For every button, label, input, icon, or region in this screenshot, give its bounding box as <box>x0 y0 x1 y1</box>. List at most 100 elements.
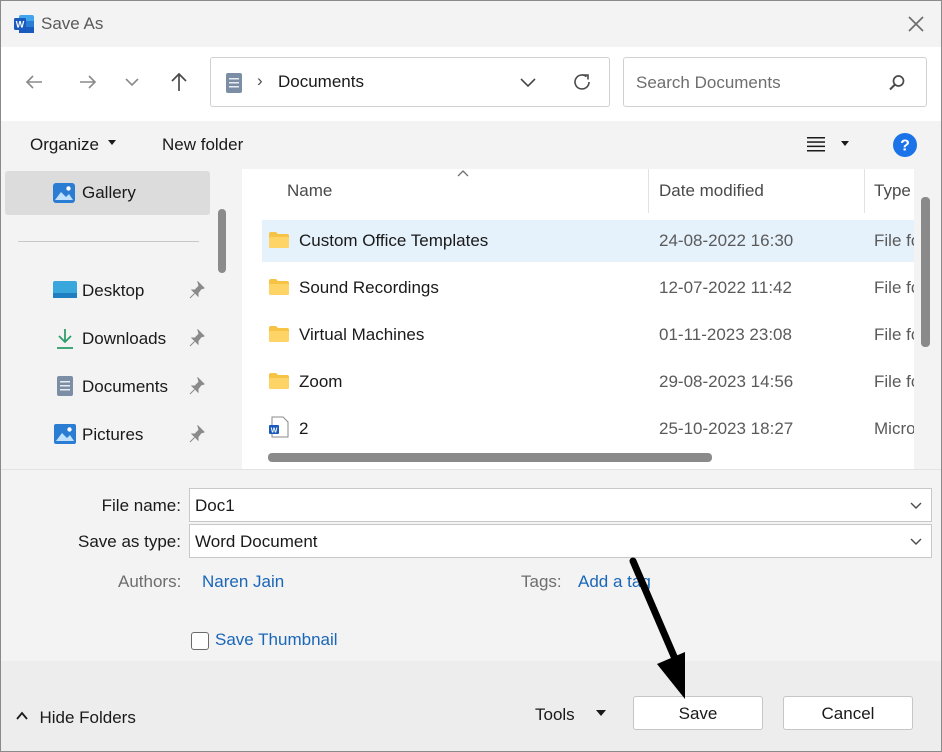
chevron-down-icon[interactable] <box>519 76 537 90</box>
svg-text:W: W <box>271 427 278 434</box>
tools-label: Tools <box>535 705 575 724</box>
document-icon <box>226 73 242 93</box>
close-icon[interactable] <box>901 9 931 39</box>
download-icon <box>57 329 73 349</box>
save-type-label: Save as type: <box>77 532 181 551</box>
file-name: 2 <box>299 419 309 438</box>
tags-label: Tags: <box>521 572 562 591</box>
cancel-button[interactable]: Cancel <box>783 696 913 730</box>
vertical-scrollbar-thumb[interactable] <box>921 197 930 347</box>
new-folder-button[interactable]: New folder <box>162 135 243 155</box>
table-row[interactable]: W 2 25-10-2023 18:27 Micro <box>262 408 914 450</box>
sidebar-item-downloads[interactable]: Downloads <box>5 317 210 361</box>
file-date: 01-11-2023 23:08 <box>659 325 792 344</box>
sort-ascending-icon <box>457 170 469 177</box>
column-header-date[interactable]: Date modified <box>659 181 764 201</box>
organize-button[interactable]: Organize <box>30 135 117 155</box>
recent-locations-button[interactable] <box>117 67 147 97</box>
file-name: Custom Office Templates <box>299 231 489 250</box>
annotation-arrow <box>629 557 685 699</box>
chevron-down-icon[interactable] <box>909 535 923 549</box>
arrow-left-icon <box>25 75 42 89</box>
sidebar-item-documents[interactable]: Documents <box>5 365 210 409</box>
folder-icon <box>269 279 289 295</box>
chevron-up-icon <box>16 711 28 720</box>
file-name-label: File name: <box>101 496 181 515</box>
pin-icon[interactable] <box>189 329 205 347</box>
column-header-type[interactable]: Type <box>874 181 914 201</box>
svg-text:W: W <box>16 20 25 30</box>
sidebar-item-label: Downloads <box>82 329 167 348</box>
arrow-up-icon <box>171 72 187 91</box>
pin-icon[interactable] <box>189 425 205 443</box>
pictures-icon <box>54 424 76 444</box>
caret-down-icon <box>841 141 850 146</box>
folder-icon <box>269 326 289 342</box>
save-thumbnail-label[interactable]: Save Thumbnail <box>215 630 338 650</box>
document-icon <box>57 376 73 396</box>
sidebar-item-gallery[interactable]: Gallery <box>5 171 210 215</box>
column-divider[interactable] <box>864 169 865 213</box>
file-date: 29-08-2023 14:56 <box>659 372 794 391</box>
file-type: Micro <box>874 419 914 438</box>
save-thumbnail-checkbox[interactable] <box>191 632 209 650</box>
sidebar-divider <box>18 241 199 242</box>
table-row[interactable]: Sound Recordings 12-07-2022 11:42 File f… <box>262 267 914 309</box>
file-type: File fo <box>874 278 914 297</box>
column-divider[interactable] <box>648 169 649 213</box>
list-view-icon <box>807 137 825 152</box>
navigation-bar: › Documents <box>1 47 941 121</box>
search-input[interactable] <box>634 70 878 96</box>
file-name-value: Doc1 <box>195 496 235 515</box>
file-name: Zoom <box>299 372 343 391</box>
chevron-down-icon[interactable] <box>909 499 923 513</box>
sidebar-item-label: Pictures <box>82 425 144 444</box>
folder-icon <box>269 232 289 248</box>
view-options-button[interactable] <box>806 135 850 158</box>
table-row[interactable]: Virtual Machines 01-11-2023 23:08 File f… <box>262 314 914 356</box>
help-icon[interactable]: ? <box>892 132 918 158</box>
file-date: 12-07-2022 11:42 <box>659 278 792 297</box>
pin-icon[interactable] <box>189 281 205 299</box>
pin-icon[interactable] <box>189 377 205 395</box>
sidebar-item-label: Gallery <box>82 183 136 202</box>
file-type: File fo <box>874 372 914 391</box>
file-date: 24-08-2022 16:30 <box>659 231 794 250</box>
authors-value[interactable]: Naren Jain <box>202 572 284 592</box>
search-icon[interactable] <box>888 74 906 92</box>
word-file-icon: W <box>269 416 289 438</box>
save-type-select[interactable]: Word Document <box>189 524 932 558</box>
table-row[interactable]: Zoom 29-08-2023 14:56 File fo <box>262 361 914 403</box>
column-header-name[interactable]: Name <box>287 181 332 201</box>
title-bar: W Save As <box>1 1 941 47</box>
breadcrumb-documents[interactable]: Documents <box>278 72 364 92</box>
save-type-value: Word Document <box>195 532 318 551</box>
horizontal-scrollbar-thumb[interactable] <box>268 453 712 462</box>
file-type: File fo <box>874 231 914 250</box>
file-date: 25-10-2023 18:27 <box>659 419 794 438</box>
search-box[interactable] <box>623 57 927 107</box>
authors-label: Authors: <box>118 572 182 591</box>
up-button[interactable] <box>164 67 194 97</box>
desktop-icon <box>53 281 77 298</box>
caret-down-icon <box>596 710 607 716</box>
save-as-dialog: W Save As › Documents Search Documents O… <box>0 0 942 752</box>
sidebar-item-desktop[interactable]: Desktop <box>5 269 210 313</box>
back-button[interactable] <box>19 67 49 97</box>
refresh-icon[interactable] <box>571 71 593 93</box>
sidebar-scrollbar-thumb[interactable] <box>218 209 226 273</box>
sidebar-item-label: Documents <box>82 377 168 396</box>
forward-button[interactable] <box>73 67 103 97</box>
file-type: File fo <box>874 325 914 344</box>
navigation-pane: Gallery Desktop Downloads Documents Pict… <box>1 169 235 469</box>
address-bar[interactable]: › Documents <box>210 57 610 107</box>
file-name: Sound Recordings <box>299 278 439 297</box>
hide-folders-button[interactable]: Hide Folders <box>15 708 136 728</box>
word-icon: W <box>14 15 34 33</box>
arrow-right-icon <box>80 75 97 89</box>
file-name-field[interactable]: Doc1 <box>189 488 932 522</box>
organize-label: Organize <box>30 135 99 154</box>
table-row[interactable]: Custom Office Templates 24-08-2022 16:30… <box>262 220 914 262</box>
sidebar-item-pictures[interactable]: Pictures <box>5 413 210 457</box>
tools-menu-button[interactable]: Tools <box>535 705 607 725</box>
